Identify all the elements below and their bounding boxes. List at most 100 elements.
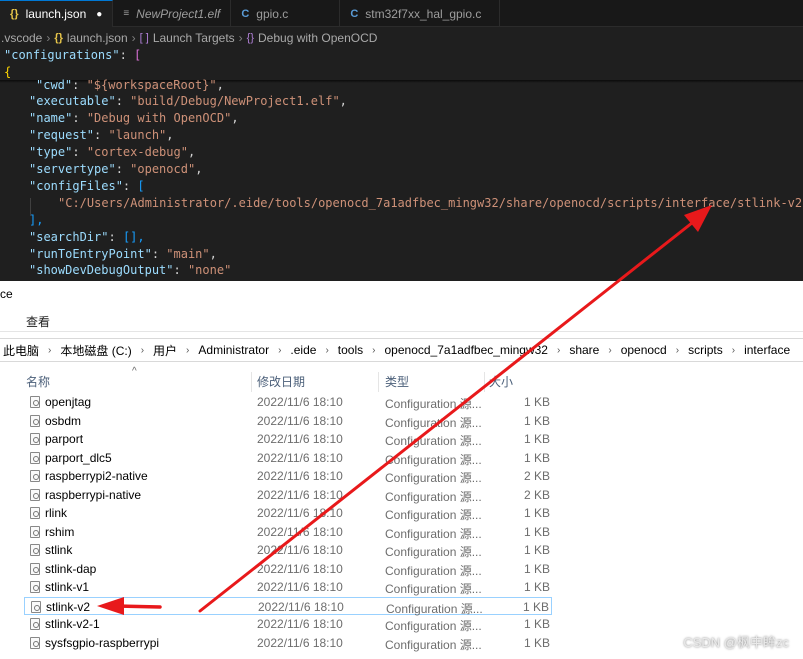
object-icon: {} bbox=[246, 32, 255, 44]
chevron-right-icon[interactable]: › bbox=[557, 345, 560, 356]
column-divider[interactable] bbox=[378, 372, 379, 392]
file-explorer-window: ce 查看 此电脑 › 本地磁盘 (C:) › 用户 › Administrat… bbox=[0, 281, 803, 659]
address-segment[interactable]: Administrator bbox=[195, 343, 272, 357]
breadcrumb-item-vscode[interactable]: .vscode bbox=[1, 31, 42, 45]
file-row[interactable]: stlink-dap 2022/11/6 18:10 Configuration 源… bbox=[24, 560, 552, 579]
brace: { bbox=[4, 65, 12, 79]
column-divider[interactable] bbox=[251, 372, 252, 392]
json-key: "executable" bbox=[29, 94, 116, 108]
column-header-size[interactable]: 大小 bbox=[489, 372, 513, 392]
config-file-icon bbox=[30, 618, 40, 630]
code-line-configfile-path[interactable]: "C:/Users/Administrator/.eide/tools/open… bbox=[58, 195, 803, 212]
config-file-icon bbox=[31, 600, 41, 613]
breadcrumb-item-launch-json[interactable]: launch.json bbox=[67, 31, 128, 45]
chevron-right-icon[interactable]: › bbox=[141, 345, 144, 356]
file-name: stlink bbox=[45, 543, 73, 557]
chevron-right-icon[interactable]: › bbox=[372, 345, 375, 356]
file-row[interactable]: stlink-v1 2022/11/6 18:10 Configuration 源.… bbox=[24, 578, 552, 597]
column-divider[interactable] bbox=[484, 372, 485, 392]
tab-gpio-c[interactable]: C gpio.c bbox=[231, 0, 341, 27]
breadcrumb-item-launch-targets[interactable]: Launch Targets bbox=[153, 31, 235, 45]
file-row[interactable]: osbdm 2022/11/6 18:10 Configuration 源... 1 … bbox=[24, 412, 552, 431]
address-segment[interactable]: scripts bbox=[685, 343, 726, 357]
file-name: stlink-v2-1 bbox=[45, 617, 100, 631]
code-line-name[interactable]: "name": "Debug with OpenOCD", bbox=[29, 110, 239, 127]
address-segment[interactable]: openocd_7a1adfbec_mingw32 bbox=[382, 343, 551, 357]
file-row[interactable]: rshim 2022/11/6 18:10 Configuration 源... 1 … bbox=[24, 523, 552, 542]
chevron-right-icon[interactable]: › bbox=[325, 345, 328, 356]
file-date: 2022/11/6 18:10 bbox=[257, 487, 343, 502]
code-line-searchdir[interactable]: "searchDir": [], bbox=[29, 229, 145, 246]
file-row[interactable]: rlink 2022/11/6 18:10 Configuration 源... 1 … bbox=[24, 504, 552, 523]
code-line-runtoentrypoint[interactable]: "runToEntryPoint": "main", bbox=[29, 246, 217, 263]
file-row[interactable]: raspberrypi-native 2022/11/6 18:10 Configu… bbox=[24, 486, 552, 505]
chevron-right-icon[interactable]: › bbox=[186, 345, 189, 356]
json-string: "Debug with OpenOCD" bbox=[86, 111, 232, 125]
file-row[interactable]: stlink-v2 2022/11/6 18:10 Configuration 源.… bbox=[24, 596, 552, 616]
code-line-cwd[interactable]: "cwd": "${workspaceRoot}", bbox=[36, 77, 224, 94]
code-line-close-bracket[interactable]: ], bbox=[29, 212, 43, 229]
sticky-line-configurations[interactable]: "configurations": [ bbox=[4, 47, 141, 64]
file-size: 1 KB bbox=[523, 580, 550, 594]
sticky-line-object[interactable]: { bbox=[4, 64, 11, 81]
chevron-right-icon[interactable]: › bbox=[732, 345, 735, 356]
code-line-executable[interactable]: "executable": "build/Debug/NewProject1.e… bbox=[29, 93, 347, 110]
file-date: 2022/11/6 18:10 bbox=[257, 413, 343, 428]
address-segment[interactable]: 本地磁盘 (C:) bbox=[57, 342, 134, 359]
chevron-right-icon[interactable]: › bbox=[278, 345, 281, 356]
breadcrumb-item-debug-with-openocd[interactable]: Debug with OpenOCD bbox=[258, 31, 377, 45]
file-row[interactable]: sysfsgpio-raspberrypi 2022/11/6 18:10 Conf… bbox=[24, 634, 552, 653]
binary-file-icon: ≡ bbox=[123, 8, 130, 19]
address-segment[interactable]: share bbox=[566, 343, 602, 357]
file-date: 2022/11/6 18:10 bbox=[257, 524, 343, 539]
punctuation: , bbox=[216, 78, 224, 92]
address-segment[interactable]: interface bbox=[741, 343, 793, 357]
column-header-name[interactable]: 名称 bbox=[26, 372, 50, 392]
punctuation: : bbox=[115, 94, 131, 108]
tab-stm32f7xx-hal-gpio-c[interactable]: C stm32f7xx_hal_gpio.c bbox=[340, 0, 501, 27]
json-string: "main" bbox=[166, 247, 210, 261]
file-type: Configuration 源... bbox=[385, 545, 482, 559]
punctuation: , bbox=[195, 162, 203, 176]
file-row[interactable]: stlink 2022/11/6 18:10 Configuration 源... 1… bbox=[24, 541, 552, 560]
chevron-right-icon[interactable]: › bbox=[608, 345, 611, 356]
array-icon: [ ] bbox=[139, 32, 149, 44]
file-type: Configuration 源... bbox=[386, 601, 483, 616]
bracket: [ bbox=[137, 179, 145, 193]
column-header-type[interactable]: 类型 bbox=[385, 372, 409, 392]
config-file-icon bbox=[30, 507, 40, 519]
code-line-showdevdebugoutput[interactable]: "showDevDebugOutput": "none" bbox=[29, 262, 231, 279]
file-row[interactable]: parport 2022/11/6 18:10 Configuration 源...… bbox=[24, 430, 552, 449]
window-title: ce bbox=[0, 287, 13, 301]
file-row[interactable]: raspberrypi2-native 2022/11/6 18:10 Config… bbox=[24, 467, 552, 486]
file-row[interactable]: openjtag 2022/11/6 18:10 Configuration 源..… bbox=[24, 393, 552, 412]
punctuation: : bbox=[119, 48, 135, 62]
address-segment[interactable]: tools bbox=[335, 343, 366, 357]
file-size: 1 KB bbox=[523, 524, 550, 539]
chevron-right-icon[interactable]: › bbox=[48, 345, 51, 356]
column-header-date[interactable]: 修改日期 bbox=[257, 372, 305, 392]
code-line-request[interactable]: "request": "launch", bbox=[29, 127, 174, 144]
json-file-icon: {} bbox=[54, 32, 63, 44]
bracket: ], bbox=[29, 213, 44, 227]
file-row[interactable]: stlink-v2-1 2022/11/6 18:10 Configuration … bbox=[24, 615, 552, 634]
address-bar[interactable]: 此电脑 › 本地磁盘 (C:) › 用户 › Administrator › .… bbox=[0, 338, 803, 362]
code-line-configfiles[interactable]: "configFiles": [ bbox=[29, 178, 145, 195]
address-segment[interactable]: openocd bbox=[618, 343, 670, 357]
json-key: "cwd" bbox=[36, 78, 73, 92]
code-line-servertype[interactable]: "servertype": "openocd", bbox=[29, 161, 202, 178]
address-segment[interactable]: 此电脑 bbox=[0, 342, 42, 359]
file-date: 2022/11/6 18:10 bbox=[257, 469, 343, 483]
punctuation: , bbox=[187, 145, 196, 159]
file-row[interactable]: parport_dlc5 2022/11/6 18:10 Configuration… bbox=[24, 449, 552, 468]
json-string: "cortex-debug" bbox=[86, 145, 188, 159]
ribbon-view-tab[interactable]: 查看 bbox=[26, 313, 50, 330]
address-segment[interactable]: 用户 bbox=[150, 342, 180, 359]
address-segment[interactable]: .eide bbox=[287, 343, 319, 357]
tab-launch-json[interactable]: {} launch.json ● bbox=[0, 0, 114, 27]
file-date: 2022/11/6 18:10 bbox=[257, 432, 343, 446]
code-line-type[interactable]: "type": "cortex-debug", bbox=[29, 144, 195, 161]
punctuation: : bbox=[94, 128, 109, 142]
tab-newproject1-elf[interactable]: ≡ NewProject1.elf bbox=[113, 0, 232, 27]
chevron-right-icon[interactable]: › bbox=[676, 345, 679, 356]
